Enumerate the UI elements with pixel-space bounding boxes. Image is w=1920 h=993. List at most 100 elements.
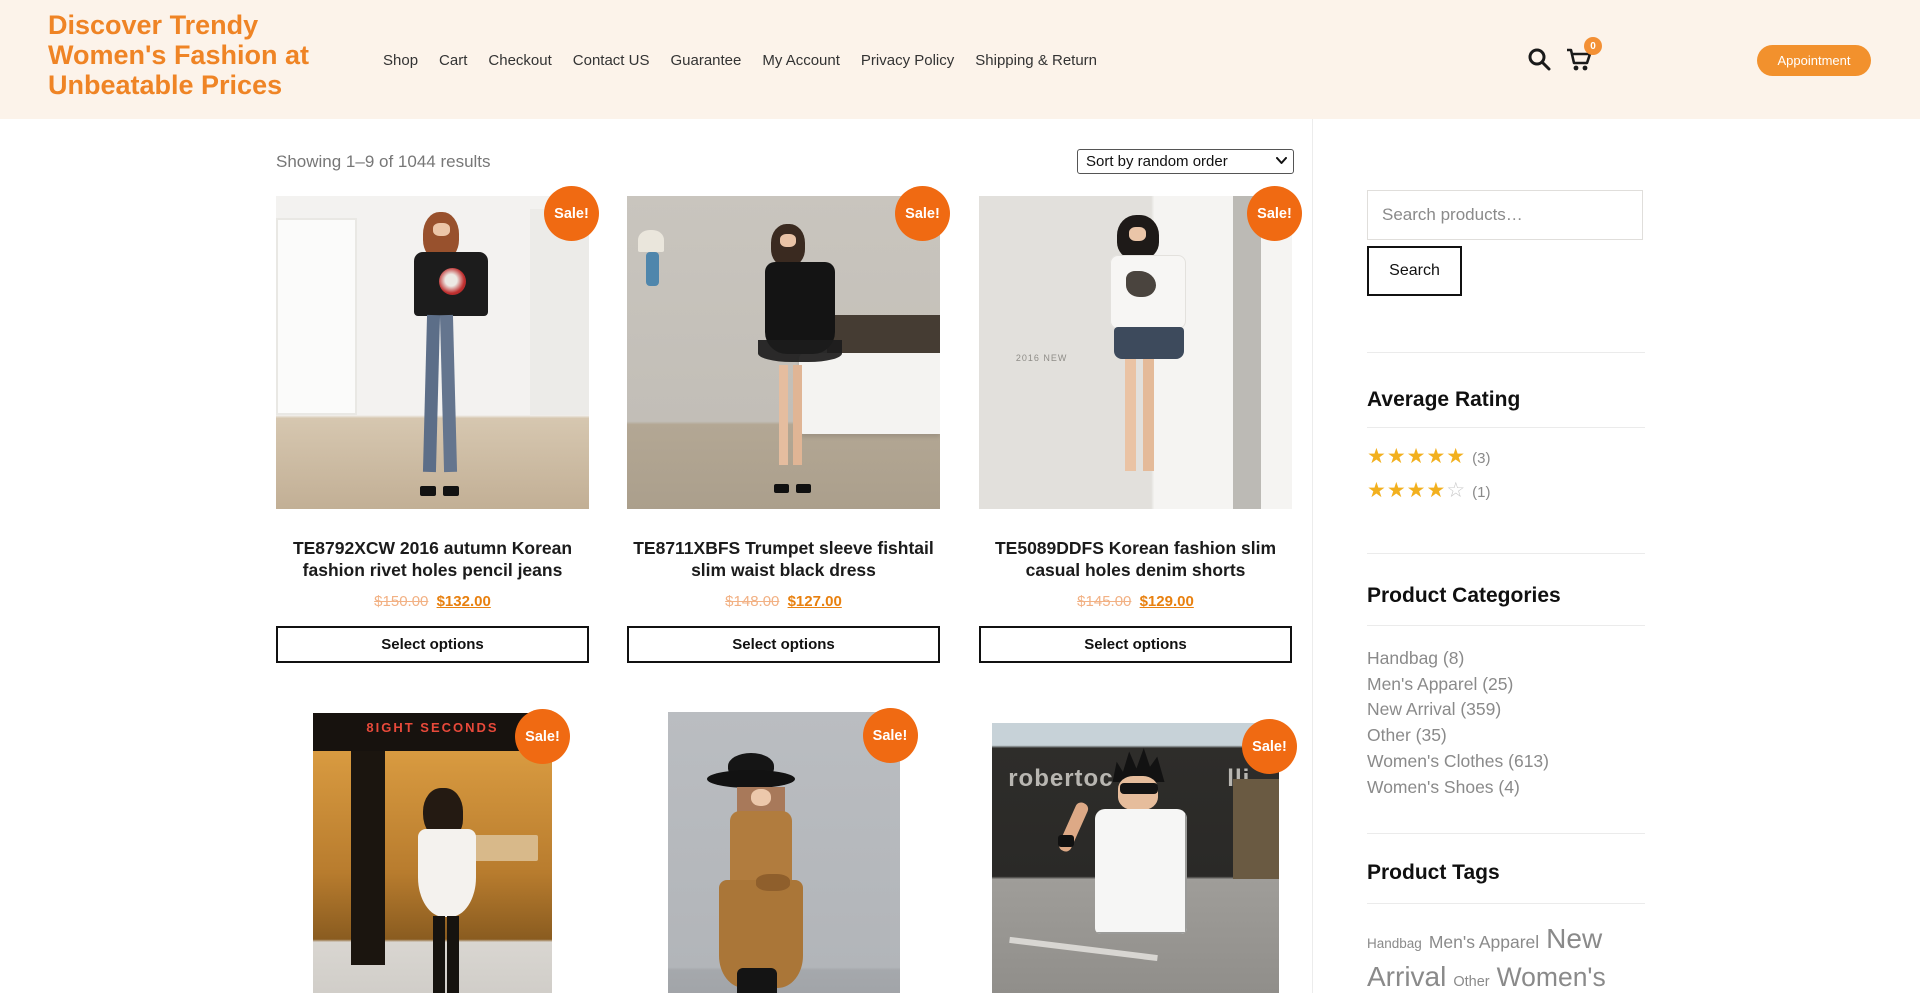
sidebar-search-button[interactable]: Search bbox=[1367, 246, 1462, 296]
appointment-button[interactable]: Appointment bbox=[1757, 45, 1871, 76]
decor-shape bbox=[758, 340, 842, 362]
category-new-arrival[interactable]: New Arrival (359) bbox=[1367, 697, 1549, 723]
category-womens-clothes[interactable]: Women's Clothes (613) bbox=[1367, 749, 1549, 775]
logo-line: Women's Fashion at bbox=[48, 40, 309, 70]
product-title[interactable]: TE8792XCW 2016 autumn Korean fashion riv… bbox=[282, 537, 583, 582]
decor-shape bbox=[351, 751, 384, 966]
product-image-wrap: 8IGHT SECONDS Sale! bbox=[313, 713, 552, 993]
product-image-denim-shorts[interactable]: 2016 NEW bbox=[979, 196, 1292, 509]
divider bbox=[1367, 903, 1645, 904]
product-card: Sale! bbox=[627, 712, 940, 993]
decor-shape bbox=[1009, 937, 1158, 961]
nav-item-cart[interactable]: Cart bbox=[439, 52, 467, 69]
decor-shape bbox=[796, 484, 811, 493]
decor-shape bbox=[730, 811, 792, 885]
product-card: 2016 NEW Sale! TE5089DDFS Korean fashion… bbox=[979, 196, 1292, 663]
product-title[interactable]: TE5089DDFS Korean fashion slim casual ho… bbox=[985, 537, 1286, 582]
divider bbox=[1367, 427, 1645, 428]
decor-shape bbox=[1233, 196, 1261, 509]
product-card: 8IGHT SECONDS Sale! bbox=[276, 713, 589, 993]
category-other[interactable]: Other (35) bbox=[1367, 723, 1549, 749]
nav-item-checkout[interactable]: Checkout bbox=[488, 52, 551, 69]
sale-badge: Sale! bbox=[544, 186, 599, 241]
product-image-black-dress[interactable] bbox=[627, 196, 940, 509]
select-options-button[interactable]: Select options bbox=[979, 626, 1292, 663]
site-logo[interactable]: Discover Trendy Women's Fashion at Unbea… bbox=[48, 10, 309, 100]
old-price: $148.00 bbox=[725, 593, 779, 610]
divider bbox=[1367, 553, 1645, 554]
decor-shape bbox=[420, 486, 436, 496]
star-icons-filled: ★★★★ bbox=[1367, 479, 1446, 502]
average-rating-heading: Average Rating bbox=[1367, 388, 1520, 412]
tag-handbag[interactable]: Handbag bbox=[1367, 936, 1422, 951]
decor-shape bbox=[1129, 227, 1146, 241]
site-header: Discover Trendy Women's Fashion at Unbea… bbox=[0, 0, 1920, 119]
decor-shape bbox=[423, 315, 440, 472]
product-image-storefront-top[interactable]: 8IGHT SECONDS bbox=[313, 713, 552, 993]
nav-item-privacy-policy[interactable]: Privacy Policy bbox=[861, 52, 954, 69]
rating-filter-4-stars[interactable]: ★★★★☆(1) bbox=[1367, 478, 1490, 503]
product-title[interactable]: TE8711XBFS Trumpet sleeve fishtail slim … bbox=[633, 537, 934, 582]
nav-item-contact-us[interactable]: Contact US bbox=[573, 52, 650, 69]
decor-shape bbox=[799, 353, 940, 434]
sale-badge: Sale! bbox=[1247, 186, 1302, 241]
decor-shape bbox=[418, 829, 476, 917]
sale-price: $129.00 bbox=[1140, 593, 1194, 610]
shop-page: Discover Trendy Women's Fashion at Unbea… bbox=[0, 0, 1920, 993]
rating-filter-5-stars[interactable]: ★★★★★ (3) bbox=[1367, 444, 1490, 469]
decor-shape bbox=[1143, 359, 1154, 472]
product-price: $150.00 $132.00 bbox=[276, 593, 589, 610]
product-image-wrap: robertoc lli Sale! bbox=[992, 723, 1279, 993]
product-image-wrap: Sale! bbox=[668, 712, 900, 993]
product-card: robertoc lli Sale! bbox=[979, 723, 1292, 993]
tag-other[interactable]: Other bbox=[1453, 974, 1489, 990]
decor-shape bbox=[439, 268, 466, 295]
old-price: $145.00 bbox=[1077, 593, 1131, 610]
divider bbox=[1367, 625, 1645, 626]
sale-price: $127.00 bbox=[788, 593, 842, 610]
star-icon-empty: ☆ bbox=[1446, 479, 1466, 502]
product-image-wrap: 2016 NEW Sale! bbox=[979, 196, 1292, 509]
decor-shape bbox=[780, 234, 796, 247]
decor-shape bbox=[751, 789, 771, 806]
product-image-wrap: Sale! bbox=[627, 196, 940, 509]
search-icon[interactable] bbox=[1526, 46, 1552, 72]
decor-shape bbox=[1126, 271, 1156, 297]
decor-shape bbox=[756, 874, 790, 891]
rating-count: (3) bbox=[1472, 450, 1490, 467]
sale-badge: Sale! bbox=[515, 709, 570, 764]
nav-item-my-account[interactable]: My Account bbox=[762, 52, 840, 69]
sale-price: $132.00 bbox=[437, 593, 491, 610]
sale-badge: Sale! bbox=[895, 186, 950, 241]
sort-dropdown[interactable]: Sort by random order bbox=[1077, 149, 1294, 174]
decor-shape bbox=[774, 484, 789, 493]
product-card: Sale! TE8711XBFS Trumpet sleeve fishtail… bbox=[627, 196, 940, 663]
nav-item-guarantee[interactable]: Guarantee bbox=[670, 52, 741, 69]
cart-count-badge: 0 bbox=[1584, 37, 1602, 55]
product-tags-heading: Product Tags bbox=[1367, 861, 1500, 885]
nav-item-shop[interactable]: Shop bbox=[383, 52, 418, 69]
decor-shape bbox=[793, 365, 802, 465]
product-image-jeans[interactable] bbox=[276, 196, 589, 509]
product-image-wrap: Sale! bbox=[276, 196, 589, 509]
category-list: Handbag (8) Men's Apparel (25) New Arriv… bbox=[1367, 646, 1549, 800]
tag-mens-apparel[interactable]: Men's Apparel bbox=[1429, 932, 1539, 952]
select-options-button[interactable]: Select options bbox=[627, 626, 940, 663]
logo-line: Unbeatable Prices bbox=[48, 70, 309, 100]
category-mens-apparel[interactable]: Men's Apparel (25) bbox=[1367, 672, 1549, 698]
category-handbag[interactable]: Handbag (8) bbox=[1367, 646, 1549, 672]
decor-shape bbox=[707, 770, 795, 788]
decor-shape bbox=[737, 968, 777, 993]
divider bbox=[1367, 833, 1645, 834]
select-options-button[interactable]: Select options bbox=[276, 626, 589, 663]
star-icons-filled: ★★★★★ bbox=[1367, 445, 1466, 468]
product-image-camel-coat[interactable] bbox=[668, 712, 900, 993]
search-input[interactable] bbox=[1367, 190, 1643, 240]
divider bbox=[1367, 352, 1645, 353]
category-womens-shoes[interactable]: Women's Shoes (4) bbox=[1367, 775, 1549, 801]
sale-badge: Sale! bbox=[863, 708, 918, 763]
decor-shape bbox=[646, 252, 659, 286]
nav-item-shipping-return[interactable]: Shipping & Return bbox=[975, 52, 1097, 69]
product-image-man-white-shirt[interactable]: robertoc lli bbox=[992, 723, 1279, 993]
old-price: $150.00 bbox=[374, 593, 428, 610]
